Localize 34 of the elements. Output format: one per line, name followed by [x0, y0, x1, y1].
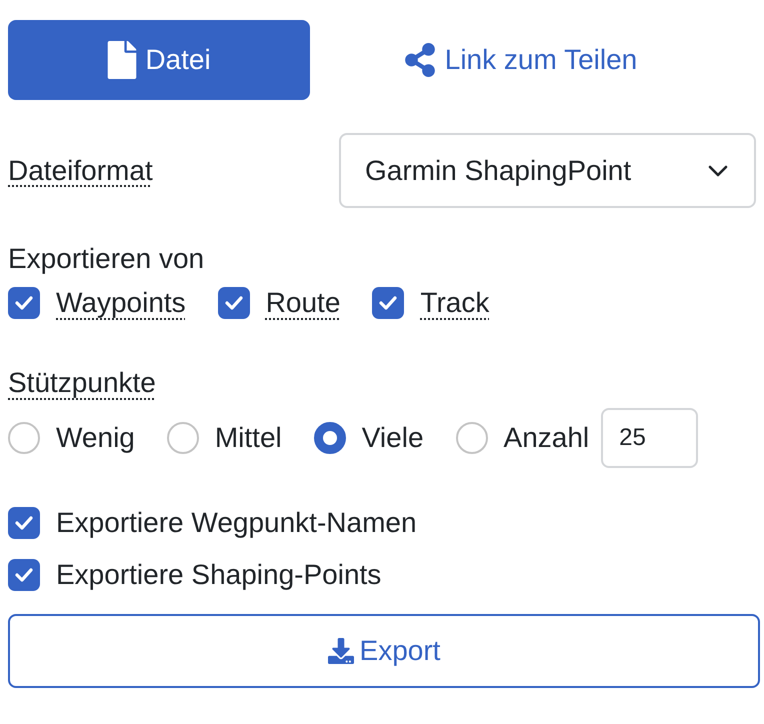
field-label: Dateiformat	[8, 154, 153, 188]
tab[interactable]: Datei	[8, 20, 310, 100]
radio-label: Viele	[362, 421, 424, 455]
checkbox-label: Waypoints	[56, 286, 186, 320]
checkbox[interactable]	[8, 287, 40, 319]
export-button[interactable]: Export	[8, 614, 760, 688]
section-label: Stützpunkte	[8, 366, 156, 400]
radio-button[interactable]	[456, 422, 488, 454]
check-icon	[15, 516, 33, 530]
radio-label: Anzahl	[504, 421, 590, 455]
radio-button[interactable]	[8, 422, 40, 454]
radio-label: Wenig	[56, 421, 135, 455]
checkbox[interactable]	[8, 559, 40, 591]
document-icon	[107, 41, 138, 79]
checkbox-label: Track	[420, 286, 490, 320]
check-icon	[379, 296, 398, 310]
checkbox[interactable]	[218, 287, 250, 319]
checkbox-label: Exportiere Shaping-Points	[56, 558, 382, 592]
checkbox-label: Exportiere Wegpunkt-Namen	[56, 506, 417, 540]
share-icon	[402, 43, 437, 77]
radio-button[interactable]	[166, 422, 199, 454]
check-icon	[224, 296, 243, 310]
chevron-down-icon	[708, 164, 728, 176]
count-field[interactable]: 25	[601, 408, 698, 468]
check-icon	[15, 568, 33, 582]
radio-label: Mittel	[214, 421, 282, 455]
section-label: Exportieren von	[8, 242, 206, 276]
radio-button[interactable]	[314, 422, 346, 454]
checkbox-label: Route	[266, 286, 340, 320]
check-icon	[15, 296, 33, 310]
checkbox[interactable]	[8, 507, 40, 539]
checkbox[interactable]	[372, 287, 404, 319]
download-icon	[328, 638, 354, 664]
format-dropdown[interactable]: Garmin ShapingPoint	[339, 133, 756, 208]
